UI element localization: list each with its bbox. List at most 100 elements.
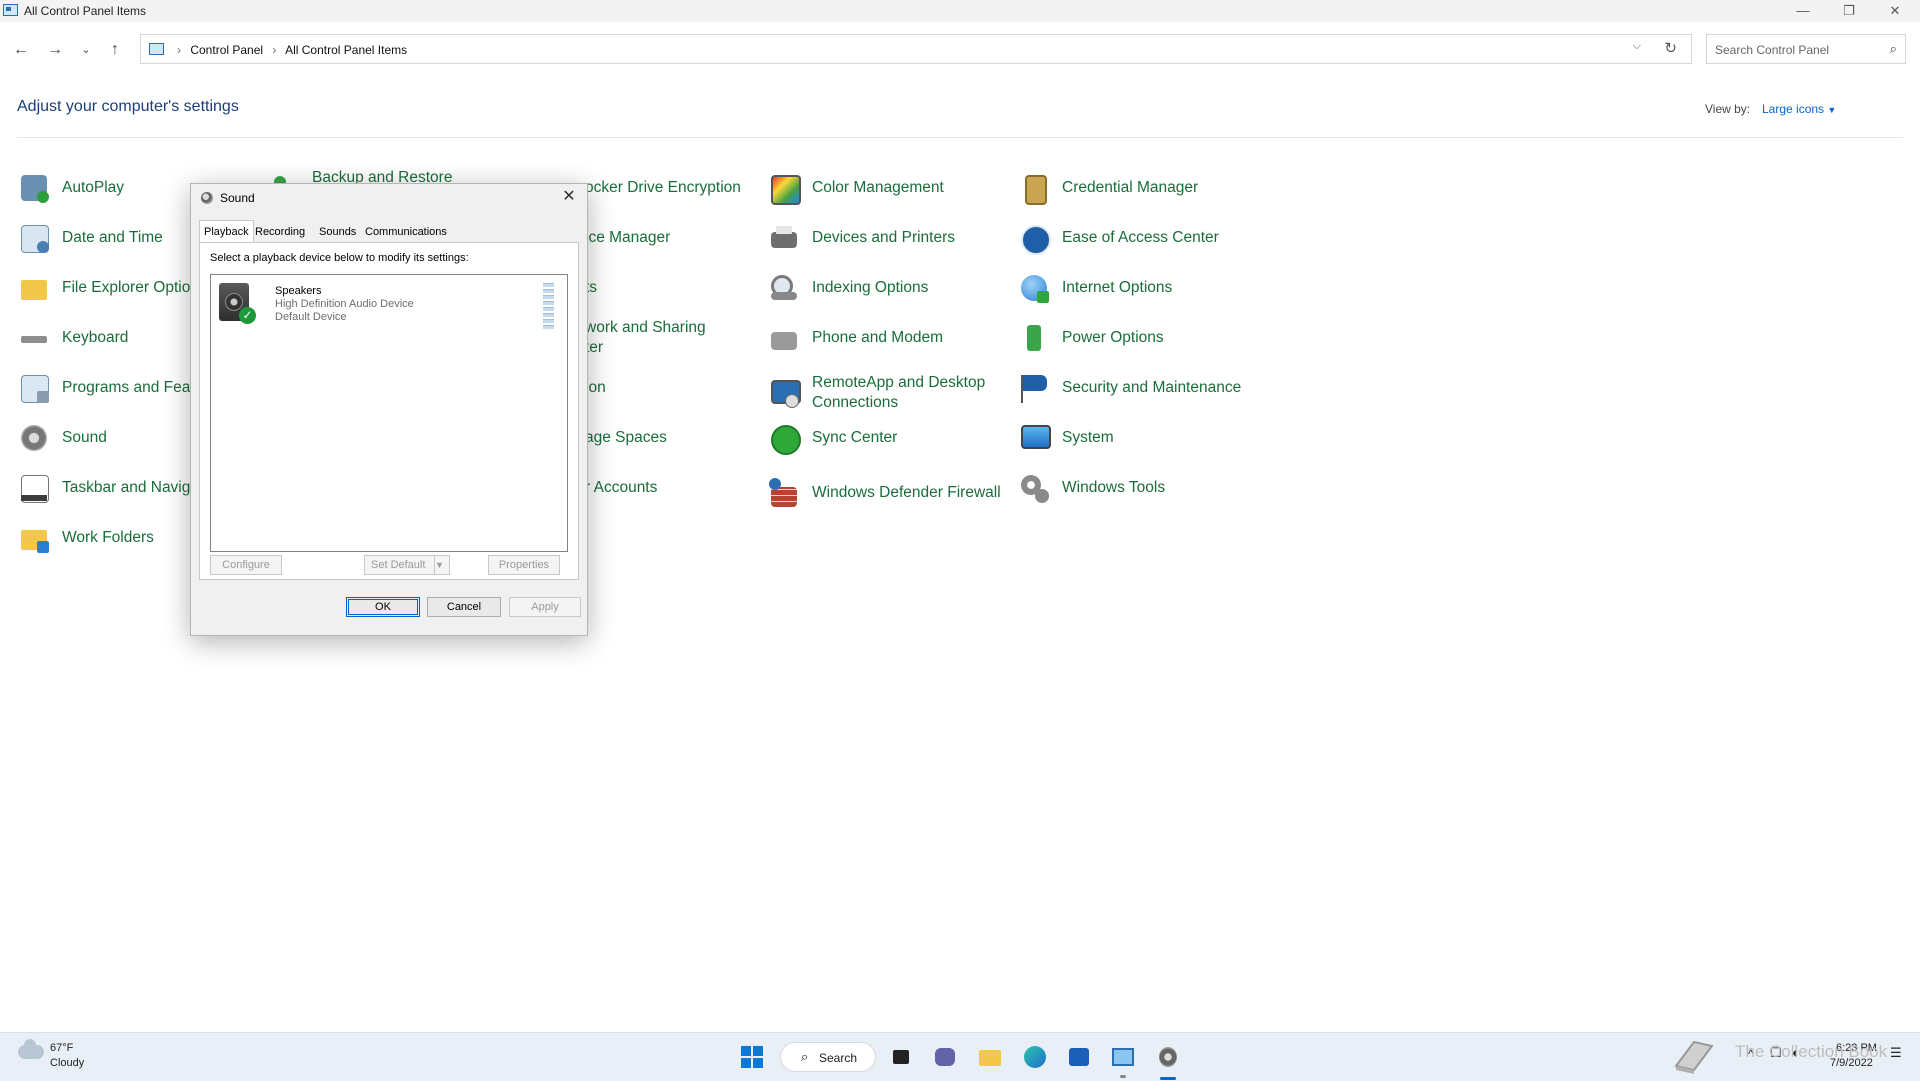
back-arrow-icon[interactable]: ← [9,40,33,60]
cp-item-label: Work Folders [62,529,154,546]
cp-item-programs-features[interactable]: Programs and Feat [18,368,195,408]
remote-desktop-icon [768,377,801,409]
cp-item-date-time[interactable]: Date and Time [18,218,163,258]
sound-taskbar-icon[interactable] [1153,1042,1183,1072]
cp-item-label: Indexing Options [812,279,929,296]
refresh-icon[interactable]: ↻ [1664,39,1677,57]
cloud-icon[interactable] [18,1039,44,1059]
cp-item-file-explorer-options[interactable]: File Explorer Optio [18,268,190,308]
notification-icon[interactable]: ☰ [1890,1045,1902,1061]
cancel-button[interactable]: Cancel [427,597,501,617]
cp-item-autoplay[interactable]: AutoPlay [18,168,124,208]
weather-condition[interactable]: Cloudy [50,1057,84,1069]
playback-panel: Select a playback device below to modify… [199,242,579,580]
tab-communications[interactable]: Communications [361,222,451,242]
keyboard-icon [18,322,50,354]
forward-arrow-icon[interactable]: → [43,40,67,60]
minimize-button[interactable]: — [1780,0,1826,22]
cp-item-security-maintenance[interactable]: Security and Maintenance [1018,368,1241,408]
check-icon: ✓ [239,307,256,324]
view-by-dropdown[interactable]: Large icons ▼ [1762,102,1836,116]
address-bar[interactable]: › Control Panel › All Control Panel Item… [140,34,1692,64]
indexing-icon [768,272,800,304]
set-default-button[interactable]: Set Default ▼ [364,555,450,575]
title-bar: All Control Panel Items — ❐ ✕ [0,0,1920,22]
caret-down-icon[interactable]: ▼ [434,556,449,574]
cp-item-windows-tools[interactable]: Windows Tools [1018,468,1165,508]
dialog-close-button[interactable]: ✕ [559,186,579,206]
restore-button[interactable]: ❐ [1826,0,1872,22]
breadcrumb-all-items[interactable]: All Control Panel Items [285,43,407,57]
cp-item-label: Ease of Access Center [1062,229,1219,246]
tab-playback[interactable]: Playback [199,220,254,242]
firewall-icon [768,477,800,509]
speaker-icon [18,422,50,454]
set-default-label: Set Default [371,559,426,571]
taskbar-search-label: Search [819,1051,858,1065]
sound-dialog: Sound ✕ Playback Recording Sounds Commun… [190,183,588,636]
chevron-down-icon[interactable]: ⌵ [1633,40,1641,53]
power-icon [1018,322,1050,354]
apply-button[interactable]: Apply [509,597,581,617]
cp-item-internet-options[interactable]: Internet Options [1018,268,1172,308]
cp-item-work-folders[interactable]: Work Folders [18,518,154,558]
running-indicator [1120,1075,1126,1078]
breadcrumb-control-panel[interactable]: Control Panel [190,43,263,57]
cp-item-remoteapp[interactable]: RemoteApp and Desktop Connections [768,368,1002,418]
cp-item-ease-of-access[interactable]: Ease of Access Center [1018,218,1219,258]
chevron-right-icon: › [177,43,181,57]
caret-down-icon: ▼ [1827,105,1837,115]
view-by-label: View by: [1705,102,1751,116]
teams-chat-icon[interactable] [930,1042,960,1072]
cp-item-color-management[interactable]: Color Management [768,168,944,208]
cp-item-power-options[interactable]: Power Options [1018,318,1164,358]
cp-item-indexing-options[interactable]: Indexing Options [768,268,928,308]
cp-item-label: Internet Options [1062,279,1173,296]
programs-icon [18,372,50,404]
ok-button[interactable]: OK [346,597,420,617]
properties-button[interactable]: Properties [488,555,560,575]
printer-icon [768,222,800,254]
cp-item-system[interactable]: System [1018,418,1114,458]
cp-item-sync-center[interactable]: Sync Center [768,418,897,458]
tab-recording[interactable]: Recording [251,222,309,242]
cp-item-keyboard[interactable]: Keyboard [18,318,128,358]
breadcrumb: › Control Panel › All Control Panel Item… [171,43,407,57]
cp-item-firewall[interactable]: Windows Defender Firewall [768,468,1002,518]
close-button[interactable]: ✕ [1872,0,1918,22]
cp-item-credential-manager[interactable]: Credential Manager [1018,168,1198,208]
cp-item-label: AutoPlay [62,179,125,196]
cp-item-phone-modem[interactable]: Phone and Modem [768,318,943,358]
list-item[interactable]: ✓ Speakers High Definition Audio Device … [211,275,567,331]
speaker-icon: ✓ [219,281,257,324]
store-icon[interactable] [1064,1042,1094,1072]
search-input[interactable]: Search Control Panel ⌕ [1706,34,1906,64]
speaker-cone [225,293,243,311]
up-arrow-icon[interactable]: ↑ [103,40,127,60]
file-explorer-icon[interactable] [975,1042,1005,1072]
control-panel-taskbar-icon[interactable] [1108,1042,1138,1072]
search-icon[interactable]: ⌕ [1890,41,1897,57]
cp-item-label: Phone and Modem [812,329,943,346]
cp-item-taskbar-navigation[interactable]: Taskbar and Navig [18,468,190,508]
tab-sounds[interactable]: Sounds [315,222,360,242]
cp-item-label: Windows Defender Firewall [812,484,1001,501]
weather-temperature[interactable]: 67°F [50,1042,73,1054]
cp-item-label: Taskbar and Navig [62,479,191,496]
windows-start-icon[interactable] [741,1046,763,1068]
cp-item-label: Programs and Feat [62,379,195,396]
configure-button[interactable]: Configure [210,555,282,575]
cp-item-label: ion [585,379,606,396]
folder-icon [18,272,50,304]
speaker-icon [201,192,213,204]
taskbar-search-button[interactable]: ⌕ Search [780,1042,876,1072]
task-view-icon[interactable] [886,1042,916,1072]
device-list[interactable]: ✓ Speakers High Definition Audio Device … [210,274,568,552]
cp-item-sound[interactable]: Sound [18,418,107,458]
monitor-icon [1018,422,1051,454]
cp-item-devices-printers[interactable]: Devices and Printers [768,218,955,258]
edge-browser-icon[interactable] [1020,1042,1050,1072]
recent-dropdown-icon[interactable]: ⌄ [74,40,98,60]
taskbar: 67°F Cloudy ⌕ Search ^ ☐ 🔈︎ 6:23 PM 7/9/… [0,1032,1920,1081]
search-icon: ⌕ [801,1049,809,1064]
